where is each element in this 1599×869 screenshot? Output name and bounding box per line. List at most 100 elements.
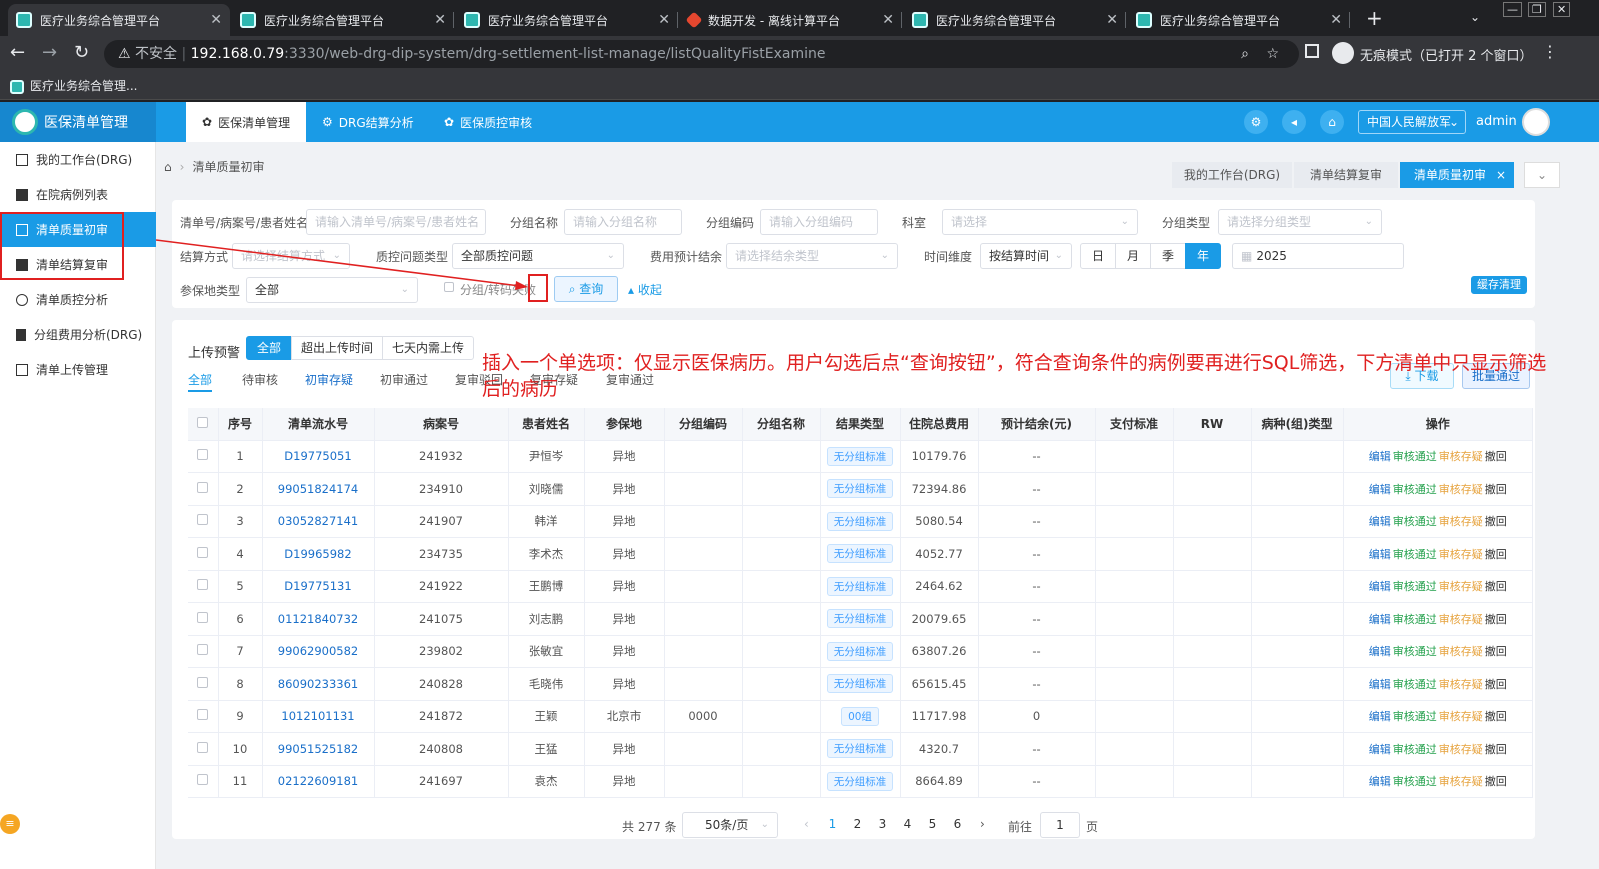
row-checkbox-cell[interactable] — [188, 700, 219, 733]
browser-tab[interactable]: 数据开发 - 离线计算平台 ✕ — [680, 4, 902, 36]
doubt-link[interactable]: 审核存疑 — [1439, 775, 1483, 788]
close-window-button[interactable]: ✕ — [1553, 2, 1571, 17]
group-name-input[interactable]: 请输入分组名称 — [564, 209, 682, 235]
edit-link[interactable]: 编辑 — [1369, 710, 1391, 723]
cell-serial[interactable]: D19965982 — [262, 537, 375, 571]
table-row[interactable]: 2 99051824174 234910 刘晓儒 异地 无分组标准 72394.86 -- 编辑… — [188, 472, 1533, 506]
browser-menu-icon[interactable]: ⋮ — [1542, 42, 1558, 61]
page-number[interactable]: 2 — [845, 817, 870, 831]
group-code-input[interactable]: 请输入分组编码 — [760, 209, 878, 235]
page-number[interactable]: 5 — [920, 817, 945, 831]
cell-serial[interactable]: 99051824174 — [262, 472, 375, 506]
incognito-label[interactable]: 无痕模式（已打开 2 个窗口） — [1360, 45, 1533, 64]
cell-serial[interactable]: D19775131 — [262, 570, 375, 603]
table-row[interactable]: 10 99051525182 240808 王猛 异地 无分组标准 4320.7 -- 编辑 审核… — [188, 732, 1533, 766]
table-row[interactable]: 7 99062900582 239802 张敏宜 异地 无分组标准 63807.26 -- 编辑… — [188, 635, 1533, 668]
sidebar-item-inpatient[interactable]: 在院病例列表 — [0, 177, 156, 212]
user-name[interactable]: admin — [1476, 114, 1517, 129]
dept-select[interactable]: 请选择 ⌄ — [942, 209, 1138, 235]
status-tab-pending[interactable]: 待审核 — [242, 368, 278, 392]
collapse-button[interactable]: ▴ 收起 — [628, 281, 662, 298]
minimize-button[interactable]: — — [1503, 2, 1522, 17]
hospital-select[interactable]: 中国人民解放军 ⌄ — [1358, 110, 1466, 134]
fee-balance-select[interactable]: 请选择结余类型 ⌄ — [726, 243, 898, 269]
back-nav-icon[interactable]: ◂ — [1282, 110, 1306, 134]
row-checkbox-cell[interactable] — [188, 537, 219, 571]
doubt-link[interactable]: 审核存疑 — [1439, 483, 1483, 496]
status-tab-first-doubt[interactable]: 初审存疑 — [305, 368, 353, 392]
home-icon[interactable]: ⌂ — [1320, 110, 1344, 134]
row-checkbox[interactable] — [197, 611, 209, 623]
cell-serial[interactable]: 99051525182 — [262, 732, 375, 766]
cell-serial[interactable]: D19775051 — [262, 440, 375, 473]
doubt-link[interactable]: 审核存疑 — [1439, 515, 1483, 528]
close-tab-icon[interactable]: ✕ — [434, 12, 446, 28]
query-button[interactable]: ⌕ 查询 — [554, 276, 618, 302]
withdraw-link[interactable]: 撤回 — [1485, 548, 1507, 561]
cache-clear-button[interactable]: 缓存清理 — [1471, 276, 1527, 294]
row-checkbox-cell[interactable] — [188, 602, 219, 636]
warning-tab-overdue[interactable]: 超出上传时间 — [291, 336, 383, 360]
withdraw-link[interactable]: 撤回 — [1485, 645, 1507, 658]
row-checkbox-cell[interactable] — [188, 472, 219, 506]
row-checkbox[interactable] — [197, 514, 209, 526]
row-checkbox-cell[interactable] — [188, 505, 219, 538]
restore-button[interactable]: ❐ — [1528, 2, 1546, 17]
table-row[interactable]: 3 03052827141 241907 韩洋 异地 无分组标准 5080.54 -- 编辑 审核… — [188, 505, 1533, 538]
top-nav-drg-analysis[interactable]: ⚙ DRG结算分析 — [306, 102, 430, 142]
close-tab-icon[interactable]: ✕ — [882, 12, 894, 28]
edit-link[interactable]: 编辑 — [1369, 743, 1391, 756]
row-checkbox-cell[interactable] — [188, 570, 219, 603]
next-page-icon[interactable]: › — [980, 817, 985, 831]
zoom-icon[interactable]: ⌕ — [1241, 40, 1249, 68]
side-panel-icon[interactable] — [1305, 44, 1319, 58]
withdraw-link[interactable]: 撤回 — [1485, 775, 1507, 788]
doubt-link[interactable]: 审核存疑 — [1439, 580, 1483, 593]
edit-link[interactable]: 编辑 — [1369, 678, 1391, 691]
row-checkbox-cell[interactable] — [188, 732, 219, 766]
row-checkbox[interactable] — [197, 709, 209, 721]
approve-link[interactable]: 审核通过 — [1393, 645, 1437, 658]
withdraw-link[interactable]: 撤回 — [1485, 483, 1507, 496]
bookmark-star-icon[interactable]: ☆ — [1266, 40, 1279, 68]
doubt-link[interactable]: 审核存疑 — [1439, 450, 1483, 463]
period-month-button[interactable]: 月 — [1115, 243, 1151, 269]
table-row[interactable]: 6 01121840732 241075 刘志鹏 异地 无分组标准 20079.65 -- 编辑… — [188, 602, 1533, 636]
top-nav-list-manage[interactable]: ✿ 医保清单管理 — [186, 102, 307, 142]
edit-link[interactable]: 编辑 — [1369, 548, 1391, 561]
close-tab-icon[interactable]: ✕ — [658, 12, 670, 28]
table-row[interactable]: 4 D19965982 234735 李术杰 异地 无分组标准 4052.77 -- 编辑 审核通… — [188, 537, 1533, 571]
doubt-link[interactable]: 审核存疑 — [1439, 548, 1483, 561]
browser-tab[interactable]: 医疗业务综合管理平台 ✕ — [8, 4, 230, 36]
cell-serial[interactable]: 01121840732 — [262, 602, 375, 636]
back-icon[interactable]: ← — [10, 42, 25, 63]
row-checkbox-cell[interactable] — [188, 440, 219, 473]
table-row[interactable]: 8 86090233361 240828 毛晓伟 异地 无分组标准 65615.45 -- 编辑… — [188, 667, 1533, 701]
table-row[interactable]: 5 D19775131 241922 王鹏博 异地 无分组标准 2464.62 -- 编辑 审核通… — [188, 570, 1533, 603]
avatar[interactable] — [1522, 108, 1550, 136]
cell-serial[interactable]: 1012101131 — [262, 700, 375, 733]
approve-link[interactable]: 审核通过 — [1393, 743, 1437, 756]
bookmark-item[interactable]: 医疗业务综合管理... — [30, 79, 137, 93]
browser-tab[interactable]: 医疗业务综合管理平台 ✕ — [1128, 4, 1350, 36]
edit-link[interactable]: 编辑 — [1369, 580, 1391, 593]
withdraw-link[interactable]: 撤回 — [1485, 678, 1507, 691]
page-number[interactable]: 1 — [820, 817, 845, 831]
sidebar-item-upload[interactable]: 清单上传管理 — [0, 352, 156, 387]
table-row[interactable]: 11 02122609181 241697 袁杰 异地 无分组标准 8664.89 -- 编辑审… — [188, 765, 1533, 798]
doubt-link[interactable]: 审核存疑 — [1439, 743, 1483, 756]
table-row[interactable]: 1 D19775051 241932 尹恒岑 异地 无分组标准 10179.76 -- 编辑 审核… — [188, 440, 1533, 473]
select-all-checkbox[interactable] — [197, 416, 209, 428]
row-checkbox[interactable] — [197, 644, 209, 656]
cell-serial[interactable]: 03052827141 — [262, 505, 375, 538]
row-checkbox[interactable] — [197, 579, 209, 591]
withdraw-link[interactable]: 撤回 — [1485, 743, 1507, 756]
edit-link[interactable]: 编辑 — [1369, 450, 1391, 463]
close-tab-icon[interactable]: ✕ — [1330, 12, 1342, 28]
approve-link[interactable]: 审核通过 — [1393, 548, 1437, 561]
browser-tab[interactable]: 医疗业务综合管理平台 ✕ — [904, 4, 1126, 36]
page-size-select[interactable]: 50条/页 ⌄ — [682, 812, 778, 838]
row-checkbox[interactable] — [197, 741, 209, 753]
row-checkbox-cell[interactable] — [188, 765, 219, 798]
cell-serial[interactable]: 02122609181 — [262, 765, 375, 798]
